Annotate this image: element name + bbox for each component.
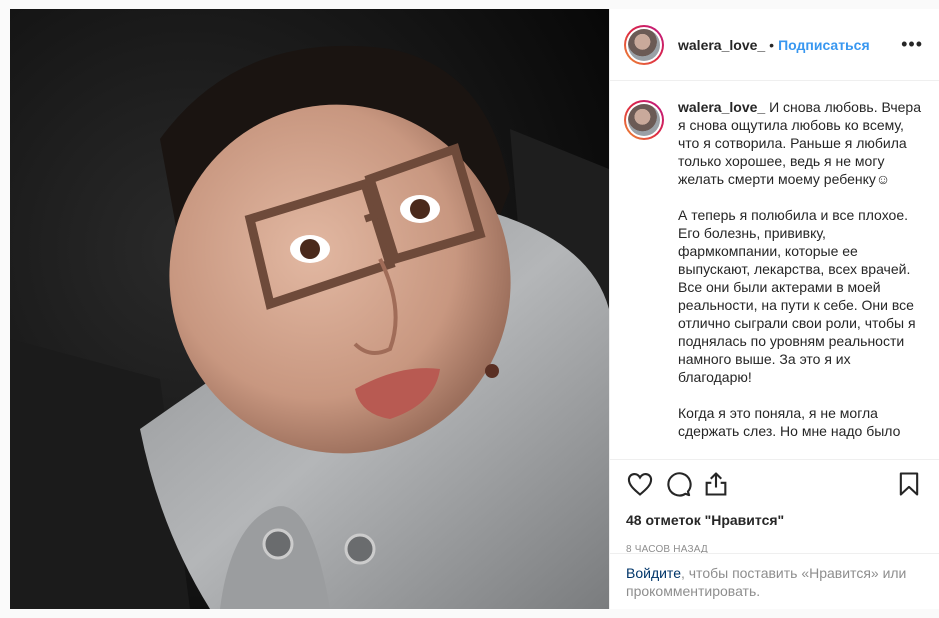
avatar[interactable] [624, 24, 664, 65]
follow-button[interactable]: Подписаться [778, 37, 870, 53]
post-photo[interactable] [10, 9, 609, 609]
caption-area[interactable]: walera_love_ И снова любовь. Вчера я сно… [610, 82, 939, 458]
comment-icon[interactable] [664, 470, 692, 498]
post-header: walera_love_ • Подписаться ••• [610, 9, 939, 81]
share-icon[interactable] [702, 470, 730, 498]
more-icon[interactable]: ••• [901, 34, 923, 55]
login-prompt: Войдите, чтобы поставить «Нравится» или … [610, 553, 939, 609]
separator-dot: • [769, 36, 775, 53]
caption: walera_love_ И снова любовь. Вчера я сно… [678, 98, 923, 458]
post-panel: walera_love_ • Подписаться ••• walera_lo… [609, 9, 939, 609]
likes-count: 48 отметок "Нравится" [626, 512, 923, 528]
bookmark-icon[interactable] [895, 470, 923, 498]
login-link[interactable]: Войдите [626, 565, 681, 581]
heart-icon[interactable] [626, 470, 654, 498]
action-icons [626, 470, 923, 498]
likes-link[interactable]: 48 отметок "Нравится" [626, 512, 784, 528]
caption-text: И снова любовь. Вчера я снова ощутила лю… [678, 99, 921, 439]
caption-avatar[interactable] [624, 100, 664, 140]
header-username[interactable]: walera_love_ [678, 37, 765, 53]
caption-username[interactable]: walera_love_ [678, 99, 765, 115]
selfie-image [10, 9, 609, 609]
post-actions: 48 отметок "Нравится" 8 часов назад [610, 459, 939, 555]
